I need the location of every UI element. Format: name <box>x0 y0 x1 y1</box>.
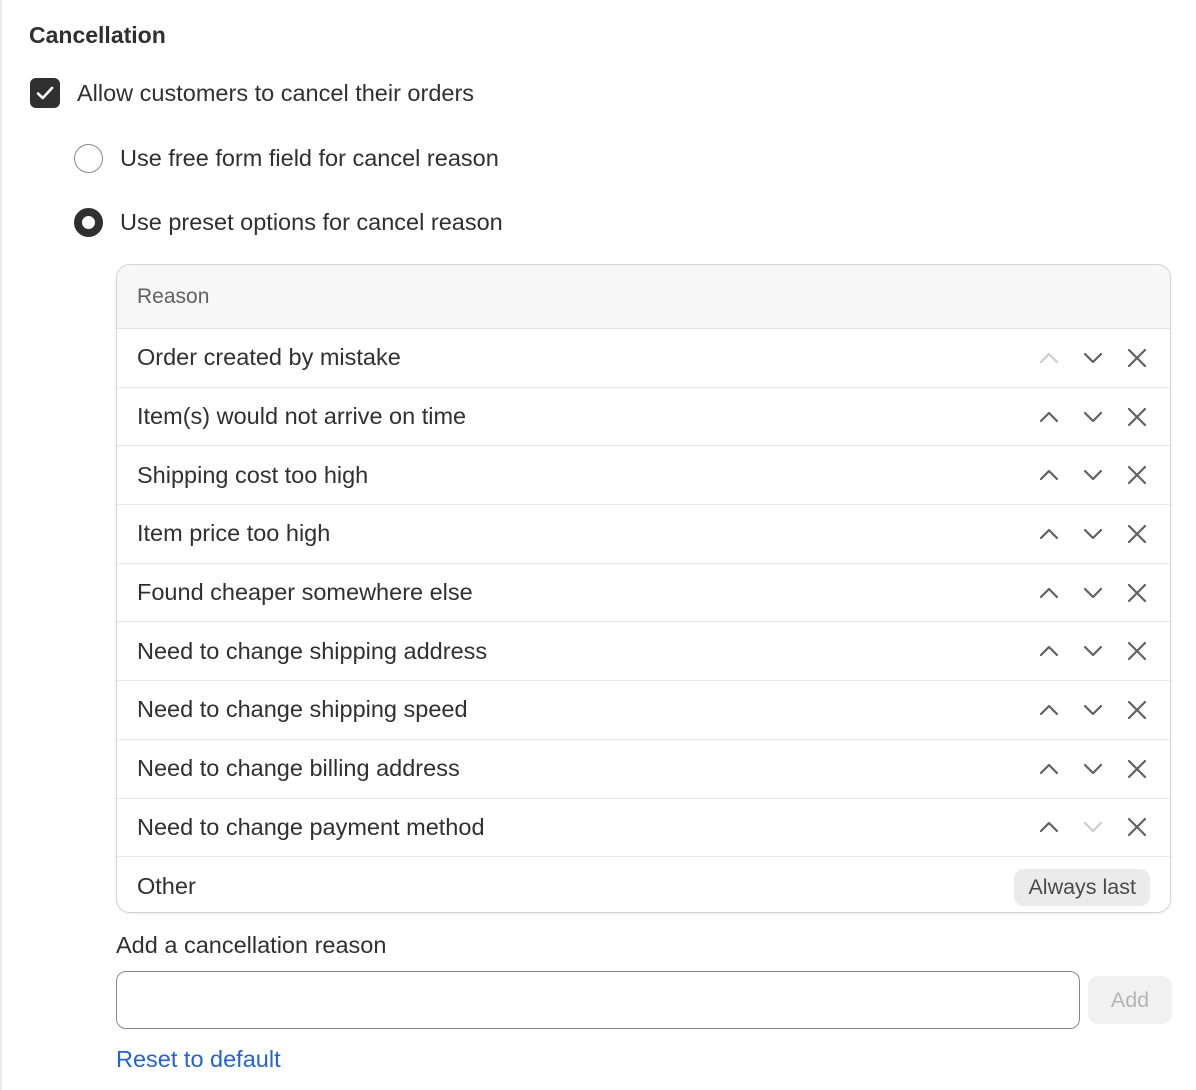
preset-option[interactable]: Use preset options for cancel reason <box>74 208 503 237</box>
reason-actions <box>1030 740 1156 798</box>
section-title: Cancellation <box>29 22 166 48</box>
reason-label: Need to change payment method <box>137 813 485 840</box>
reason-row: Need to change billing address <box>117 740 1170 799</box>
reason-row: Found cheaper somewhere else <box>117 564 1170 623</box>
remove-icon[interactable] <box>1118 574 1156 612</box>
reason-label: Need to change billing address <box>137 755 460 782</box>
reason-row: Shipping cost too high <box>117 446 1170 506</box>
always-last-badge: Always last <box>1014 869 1150 907</box>
move-down-icon[interactable] <box>1074 456 1112 494</box>
reason-label: Item price too high <box>137 520 331 547</box>
reason-row: Need to change shipping speed <box>117 681 1170 740</box>
move-down-icon[interactable] <box>1074 691 1112 729</box>
remove-icon[interactable] <box>1118 339 1156 377</box>
remove-icon[interactable] <box>1118 691 1156 729</box>
allow-cancel-checkbox[interactable] <box>30 78 60 108</box>
move-up-icon[interactable] <box>1030 574 1068 612</box>
move-up-icon[interactable] <box>1030 398 1068 436</box>
remove-icon[interactable] <box>1118 750 1156 788</box>
reason-row: Item price too high <box>117 505 1170 564</box>
move-down-icon[interactable] <box>1074 574 1112 612</box>
reason-actions <box>1030 799 1156 857</box>
move-up-icon <box>1030 339 1068 377</box>
move-up-icon[interactable] <box>1030 456 1068 494</box>
move-down-icon[interactable] <box>1074 398 1112 436</box>
move-up-icon[interactable] <box>1030 750 1068 788</box>
reason-actions <box>1030 388 1156 446</box>
reason-actions <box>1030 446 1156 504</box>
reason-actions <box>1030 505 1156 563</box>
reason-actions <box>1030 681 1156 739</box>
move-down-icon[interactable] <box>1074 750 1112 788</box>
move-up-icon[interactable] <box>1030 515 1068 553</box>
reason-label: Shipping cost too high <box>137 461 369 488</box>
preset-radio[interactable] <box>74 208 103 237</box>
checkmark-icon <box>36 86 54 100</box>
move-down-icon[interactable] <box>1074 339 1112 377</box>
move-up-icon[interactable] <box>1030 632 1068 670</box>
reasons-table-header: Reason <box>117 265 1170 329</box>
left-divider <box>0 0 2 1090</box>
free-form-radio[interactable] <box>74 144 103 173</box>
move-down-icon[interactable] <box>1074 515 1112 553</box>
reason-row: Need to change payment method <box>117 799 1170 858</box>
preset-label: Use preset options for cancel reason <box>120 209 503 235</box>
add-reason-button[interactable]: Add <box>1088 976 1172 1024</box>
remove-icon[interactable] <box>1118 515 1156 553</box>
move-down-icon <box>1074 808 1112 846</box>
remove-icon[interactable] <box>1118 808 1156 846</box>
reason-row: Need to change shipping address <box>117 622 1170 682</box>
remove-icon[interactable] <box>1118 398 1156 436</box>
reason-actions <box>1030 564 1156 622</box>
reasons-table: Reason Order created by mistake Item(s) w… <box>116 264 1171 913</box>
move-down-icon[interactable] <box>1074 632 1112 670</box>
move-up-icon[interactable] <box>1030 691 1068 729</box>
move-up-icon[interactable] <box>1030 808 1068 846</box>
reason-label: Need to change shipping speed <box>137 696 468 723</box>
remove-icon[interactable] <box>1118 456 1156 494</box>
allow-cancel-label: Allow customers to cancel their orders <box>77 79 475 106</box>
reason-label: Order created by mistake <box>137 344 401 371</box>
add-reason-label: Add a cancellation reason <box>116 932 387 958</box>
reasons-table-body: Order created by mistake Item(s) would no… <box>117 329 1170 912</box>
reason-actions <box>1030 329 1156 387</box>
reason-actions <box>1030 622 1156 680</box>
reason-label: Found cheaper somewhere else <box>137 579 473 606</box>
add-reason-input[interactable] <box>116 971 1080 1029</box>
reason-row: Item(s) would not arrive on time <box>117 388 1170 447</box>
reason-row-other: Other Always last <box>117 857 1170 912</box>
remove-icon[interactable] <box>1118 632 1156 670</box>
reason-label: Item(s) would not arrive on time <box>137 403 467 430</box>
reason-row: Order created by mistake <box>117 329 1170 388</box>
free-form-option[interactable]: Use free form field for cancel reason <box>74 144 499 173</box>
reset-to-default-link[interactable]: Reset to default <box>116 1046 281 1073</box>
free-form-label: Use free form field for cancel reason <box>120 145 499 171</box>
reason-label: Need to change shipping address <box>137 637 488 664</box>
allow-cancel-option[interactable]: Allow customers to cancel their orders <box>30 78 474 108</box>
